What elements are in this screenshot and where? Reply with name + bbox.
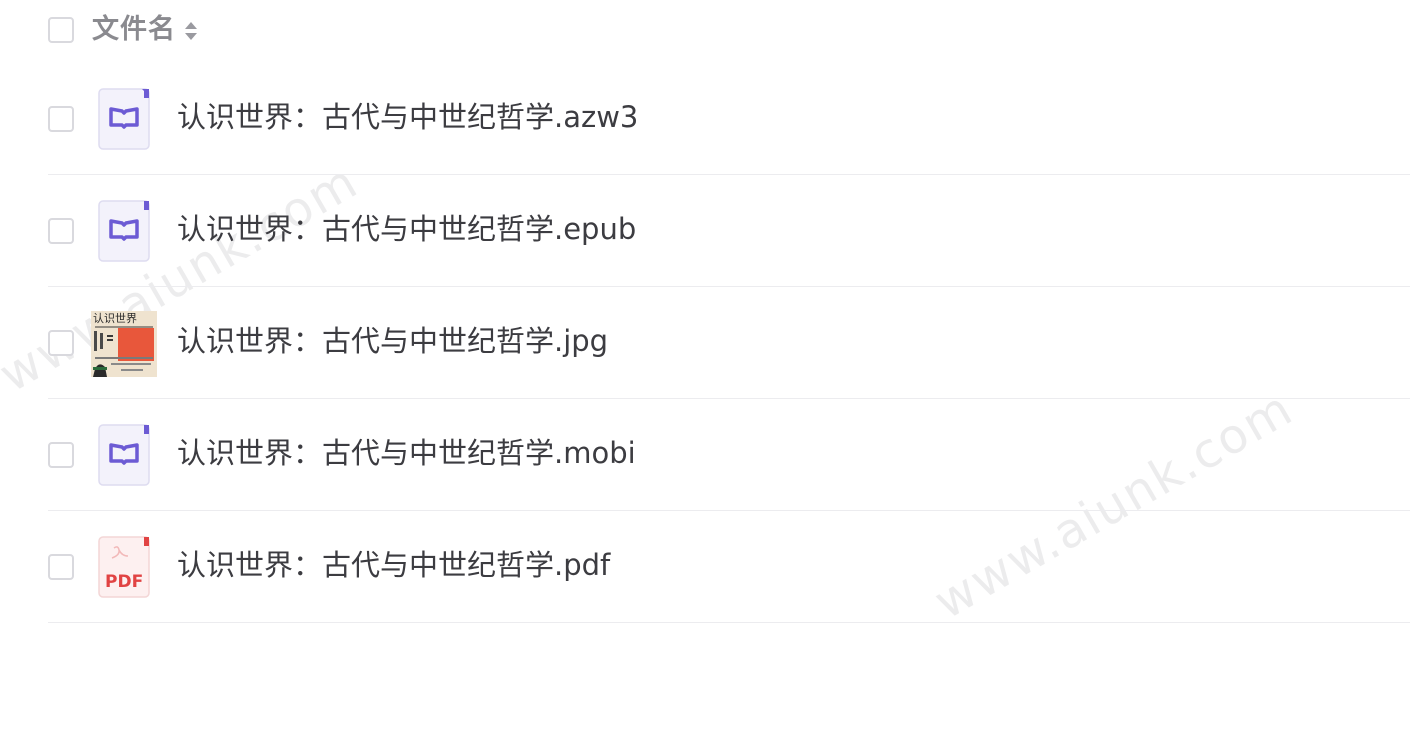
list-header: 文件名	[0, 0, 1410, 62]
file-name[interactable]: 认识世界：古代与中世纪哲学.epub	[177, 209, 636, 249]
file-row[interactable]: PDF 认识世界：古代与中世纪哲学.pdf	[48, 511, 1410, 623]
row-checkbox[interactable]	[48, 554, 74, 580]
row-checkbox[interactable]	[48, 106, 74, 132]
ebook-icon	[98, 88, 150, 150]
sort-icon[interactable]	[183, 19, 199, 43]
file-name[interactable]: 认识世界：古代与中世纪哲学.mobi	[177, 433, 636, 473]
thumbnail-title: 认识世界	[93, 312, 137, 325]
ebook-icon	[98, 424, 150, 486]
row-checkbox[interactable]	[48, 442, 74, 468]
file-name[interactable]: 认识世界：古代与中世纪哲学.azw3	[177, 97, 638, 137]
file-row[interactable]: 认识世界：古代与中世纪哲学.epub	[48, 175, 1410, 287]
pdf-badge: PDF	[105, 572, 143, 592]
pdf-icon: PDF	[98, 536, 150, 598]
ebook-icon	[98, 200, 150, 262]
column-header-filename[interactable]: 文件名	[92, 12, 176, 48]
file-name[interactable]: 认识世界：古代与中世纪哲学.pdf	[177, 545, 610, 585]
file-name[interactable]: 认识世界：古代与中世纪哲学.jpg	[177, 321, 608, 361]
image-thumbnail: 认识世界	[91, 311, 157, 377]
row-checkbox[interactable]	[48, 218, 74, 244]
file-list-page: www.aiunk.com www.aiunk.com 文件名 认识世界：古代与…	[0, 0, 1410, 738]
row-checkbox[interactable]	[48, 330, 74, 356]
file-row[interactable]: 认识世界 认识世界：古代与中世纪哲学.jpg	[48, 287, 1410, 399]
file-row[interactable]: 认识世界：古代与中世纪哲学.azw3	[48, 63, 1410, 175]
select-all-checkbox[interactable]	[48, 17, 74, 43]
file-row[interactable]: 认识世界：古代与中世纪哲学.mobi	[48, 399, 1410, 511]
